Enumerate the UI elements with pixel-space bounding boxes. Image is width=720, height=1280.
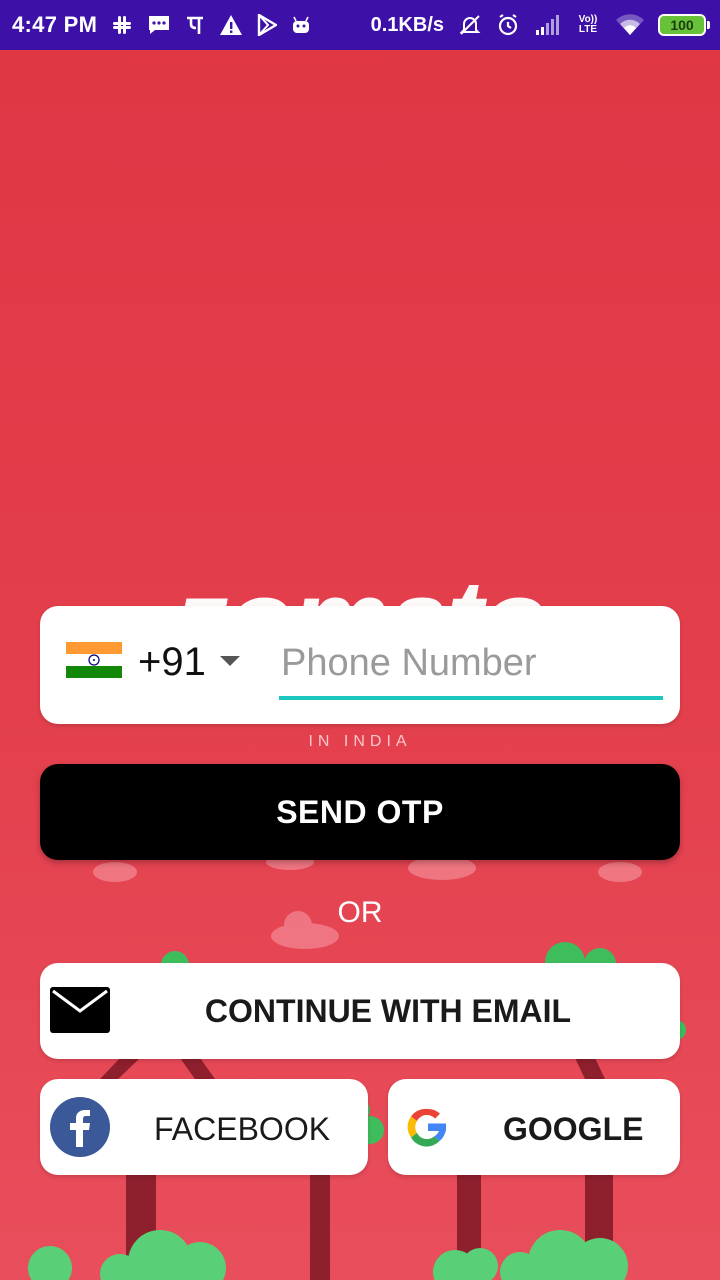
facebook-login-button[interactable]: FACEBOOK [40, 1079, 368, 1175]
google-button-label: GOOGLE [503, 1111, 644, 1147]
alarm-icon [496, 13, 520, 37]
send-otp-button[interactable]: SEND OTP [40, 764, 680, 860]
or-divider-label: OR [337, 896, 383, 929]
message-icon [147, 13, 171, 37]
continue-with-email-button[interactable]: CONTINUE WITH EMAIL [40, 963, 680, 1059]
facebook-icon [50, 1097, 110, 1157]
country-code[interactable]: +91 [138, 640, 206, 685]
india-flag-icon[interactable] [66, 642, 122, 678]
volte-icon: Vo)) LTE [578, 14, 598, 35]
signal-icon [534, 13, 560, 37]
muted-alarm-icon [458, 13, 482, 37]
play-store-icon [257, 13, 278, 37]
email-button-label: CONTINUE WITH EMAIL [204, 993, 572, 1029]
battery-icon: 100 [658, 14, 710, 36]
android-icon [291, 13, 311, 37]
warning-icon [219, 13, 243, 37]
phonepe-icon [185, 13, 205, 37]
chevron-down-icon[interactable] [218, 654, 242, 668]
facebook-button-label: FACEBOOK [154, 1111, 331, 1147]
google-login-button[interactable]: GOOGLE [388, 1079, 680, 1175]
phone-login-card: +91 [40, 606, 680, 724]
slack-icon [111, 13, 133, 37]
tagline: IN INDIA [308, 733, 412, 750]
status-time: 4:47 PM [12, 12, 98, 37]
status-bar: 4:47 PM 0.1KB/s Vo)) LTE 100 [0, 0, 720, 50]
network-speed: 0.1KB/s [370, 13, 444, 36]
phone-number-input[interactable] [279, 634, 663, 700]
wifi-icon [616, 13, 644, 37]
google-icon [407, 1108, 447, 1147]
